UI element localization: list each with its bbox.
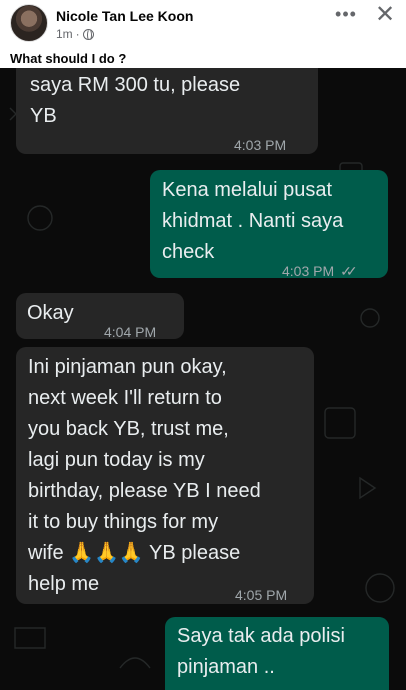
message-text: Ini pinjaman pun okay, next week I'll re… [28,356,261,595]
message-text: Kena melalui pusat khidmat . Nanti saya … [162,179,344,263]
message-text: Okay [27,302,74,324]
post-text: What should I do ? [10,51,127,66]
message-bubble-incoming[interactable]: saya RM 300 tu, please YB 4:03 PM [16,68,318,154]
message-bubble-outgoing[interactable]: Saya tak ada polisi pinjaman .. [165,617,389,690]
author-name[interactable]: Nicole Tan Lee Koon [56,8,193,24]
more-horizontal-icon: ••• [335,4,357,24]
message-text: Saya tak ada polisi pinjaman .. [177,625,345,678]
avatar[interactable] [10,4,48,42]
message-bubble-incoming[interactable]: Okay 4:04 PM [16,293,184,340]
post-header: Nicole Tan Lee Koon 1m · ••• ✕ What shou… [0,0,406,68]
message-time: 4:04 PM [104,324,157,340]
message-time-text: 4:03 PM [282,263,335,279]
post-meta: 1m · [56,27,94,41]
message-bubble-outgoing[interactable]: Kena melalui pusat khidmat . Nanti saya … [150,170,388,279]
separator-dot: · [75,27,80,41]
message-text: saya RM 300 tu, please YB [30,74,241,127]
chat-screenshot-image[interactable]: saya RM 300 tu, please YB 4:03 PM Kena m… [0,68,406,690]
message-time: 4:03 PM [234,137,287,153]
close-icon: ✕ [374,1,396,28]
post-time[interactable]: 1m [56,27,73,41]
message-bubble-incoming[interactable]: Ini pinjaman pun okay, next week I'll re… [16,347,314,604]
double-check-icon: ✓✓ [340,263,358,279]
close-button[interactable]: ✕ [372,2,398,30]
more-options-button[interactable]: ••• [334,4,358,28]
message-time: 4:03 PM ✓✓ [282,256,358,287]
message-time: 4:05 PM [235,587,288,603]
globe-icon [82,28,94,41]
